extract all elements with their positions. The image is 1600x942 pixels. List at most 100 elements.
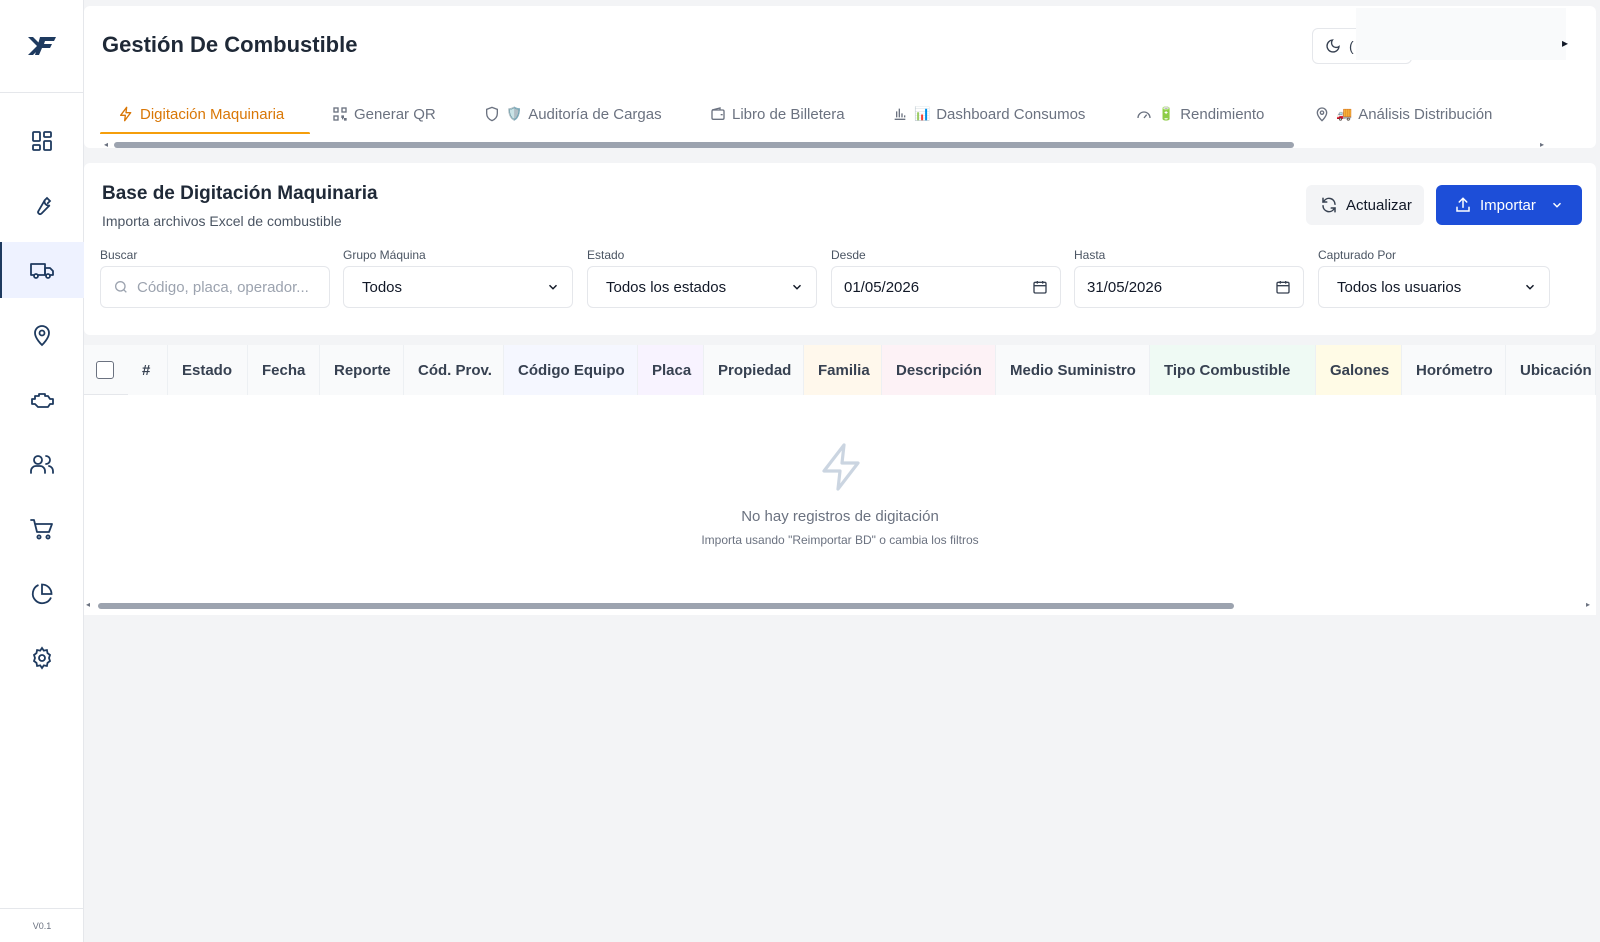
tab-analisis-distribucion[interactable]: 🚚 Análisis Distribución — [1314, 94, 1492, 134]
column-header[interactable]: Galones — [1316, 345, 1402, 395]
import-label: Importar — [1480, 196, 1536, 214]
user-menu[interactable] — [1356, 8, 1566, 60]
search-input[interactable]: Código, placa, operador... — [100, 266, 330, 308]
tab-label: Generar QR — [354, 105, 436, 123]
chevron-right-icon[interactable]: ▸ — [1562, 36, 1568, 50]
chevron-down-icon — [1525, 284, 1535, 290]
tab-label: Rendimiento — [1180, 105, 1265, 123]
shield-icon — [486, 106, 498, 122]
sidebar-item-locations[interactable] — [0, 307, 84, 363]
tabs-scroll-thumb[interactable] — [114, 142, 1294, 148]
column-header[interactable]: Fecha — [248, 345, 320, 395]
status-filter: Estado Todos los estados — [587, 248, 823, 308]
sidebar-item-dashboard[interactable] — [0, 113, 84, 169]
select-all-checkbox[interactable] — [96, 361, 114, 379]
records-table: # Estado Fecha Reporte Cód. Prov. Código Equi… — [84, 345, 1596, 615]
table-scrollbar[interactable]: ◂ ▸ — [84, 600, 1596, 610]
sidebar-item-users[interactable] — [0, 436, 84, 492]
sidebar-item-shopping[interactable] — [0, 501, 84, 557]
sidebar-item-reports[interactable] — [0, 566, 84, 622]
table-header: # Estado Fecha Reporte Cód. Prov. Código Equi… — [84, 345, 1596, 395]
section-subtitle: Importa archivos Excel de combustible — [102, 213, 342, 229]
upload-icon — [1456, 197, 1470, 212]
tab-bar: Digitación Maquinaria Generar QR 🛡️ Audi… — [100, 94, 1590, 134]
tab-generar-qr[interactable]: Generar QR — [332, 94, 436, 134]
column-header[interactable]: Descripción — [882, 345, 996, 395]
from-date-value: 01/05/2026 — [844, 278, 920, 296]
column-header[interactable]: # — [128, 345, 168, 395]
tab-dashboard-consumos[interactable]: 📊 Dashboard Consumos — [892, 94, 1085, 134]
logo-icon — [28, 37, 56, 55]
wallet-icon — [711, 107, 725, 120]
column-header[interactable]: Cód. Prov. — [404, 345, 504, 395]
search-label: Buscar — [100, 248, 138, 262]
column-header[interactable]: Reporte — [320, 345, 404, 395]
chevron-down-icon — [792, 284, 802, 290]
scroll-left-icon[interactable]: ◂ — [86, 600, 90, 609]
tab-auditoria-cargas[interactable]: 🛡️ Auditoría de Cargas — [484, 94, 662, 134]
page-title: Gestión De Combustible — [102, 32, 358, 57]
column-header[interactable]: Código Equipo — [504, 345, 638, 395]
sidebar-item-engine[interactable] — [0, 372, 84, 428]
group-select[interactable]: Todos — [343, 266, 573, 308]
tab-rendimiento[interactable]: 🔋 Rendimiento — [1136, 94, 1264, 134]
to-date-filter: Hasta 31/05/2026 — [1074, 248, 1310, 308]
chevron-down-icon — [548, 284, 558, 290]
to-date-input[interactable]: 31/05/2026 — [1074, 266, 1304, 308]
refresh-button[interactable]: Actualizar — [1306, 185, 1424, 225]
tab-digitacion-maquinaria[interactable]: Digitación Maquinaria — [118, 94, 284, 134]
sidebar-item-fuel[interactable] — [0, 242, 84, 298]
tab-libro-billetera[interactable]: Libro de Billetera — [710, 94, 845, 134]
truck-emoji-icon: 🚚 — [1336, 106, 1353, 121]
bolt-icon — [822, 443, 860, 491]
captured-by-label: Capturado Por — [1318, 248, 1397, 262]
truck-icon — [30, 263, 54, 279]
sidebar-item-settings[interactable] — [0, 630, 84, 686]
column-header[interactable]: Medio Suministro — [996, 345, 1150, 395]
app-logo[interactable] — [0, 0, 84, 93]
section-title: Base de Digitación Maquinaria — [102, 183, 378, 204]
grid-icon — [32, 131, 52, 151]
column-header[interactable]: Ubicación — [1506, 345, 1596, 395]
empty-state: No hay registros de digitación Importa u… — [84, 441, 1596, 547]
active-tab-indicator — [100, 132, 310, 134]
column-header[interactable]: Horómetro — [1402, 345, 1506, 395]
tabs-scrollbar[interactable]: ◂ ▸ — [100, 140, 1586, 149]
calendar-icon[interactable] — [1032, 279, 1048, 295]
app-version: V0.1 — [0, 908, 84, 942]
scroll-right-icon[interactable]: ▸ — [1586, 600, 1590, 609]
scroll-right-icon[interactable]: ▸ — [1540, 140, 1544, 149]
column-header[interactable]: Placa — [638, 345, 704, 395]
sidebar-item-maintenance[interactable] — [0, 178, 84, 234]
tab-label: Libro de Billetera — [732, 105, 845, 123]
users-icon — [30, 455, 54, 474]
import-button[interactable]: Importar — [1436, 185, 1582, 225]
status-label: Estado — [587, 248, 625, 262]
from-date-filter: Desde 01/05/2026 — [831, 248, 1067, 308]
bolt-icon — [120, 106, 132, 122]
table-scroll-thumb[interactable] — [98, 603, 1234, 609]
captured-by-select[interactable]: Todos los usuarios — [1318, 266, 1550, 308]
empty-state-title: No hay registros de digitación — [741, 508, 939, 525]
column-header[interactable]: Tipo Combustible — [1150, 345, 1316, 395]
scroll-left-icon[interactable]: ◂ — [104, 140, 108, 149]
theme-toggle-label: ( — [1349, 38, 1354, 54]
moon-icon — [1326, 39, 1340, 53]
status-select[interactable]: Todos los estados — [587, 266, 817, 308]
map-pin-icon — [1316, 107, 1328, 122]
map-pin-icon — [34, 325, 50, 347]
column-header[interactable]: Propiedad — [704, 345, 804, 395]
chart-emoji-icon: 📊 — [914, 106, 931, 121]
wrench-icon — [37, 196, 52, 215]
engine-icon — [31, 393, 54, 408]
from-date-input[interactable]: 01/05/2026 — [831, 266, 1061, 308]
column-header[interactable]: Estado — [168, 345, 248, 395]
refresh-label: Actualizar — [1346, 196, 1412, 214]
column-header[interactable]: Familia — [804, 345, 882, 395]
refresh-icon — [1322, 197, 1336, 213]
calendar-icon[interactable] — [1275, 279, 1291, 295]
to-date-value: 31/05/2026 — [1087, 278, 1163, 296]
group-filter: Grupo Máquina Todos — [343, 248, 579, 308]
empty-state-subtitle: Importa usando "Reimportar BD" o cambia … — [701, 533, 979, 547]
group-value: Todos — [362, 278, 403, 296]
